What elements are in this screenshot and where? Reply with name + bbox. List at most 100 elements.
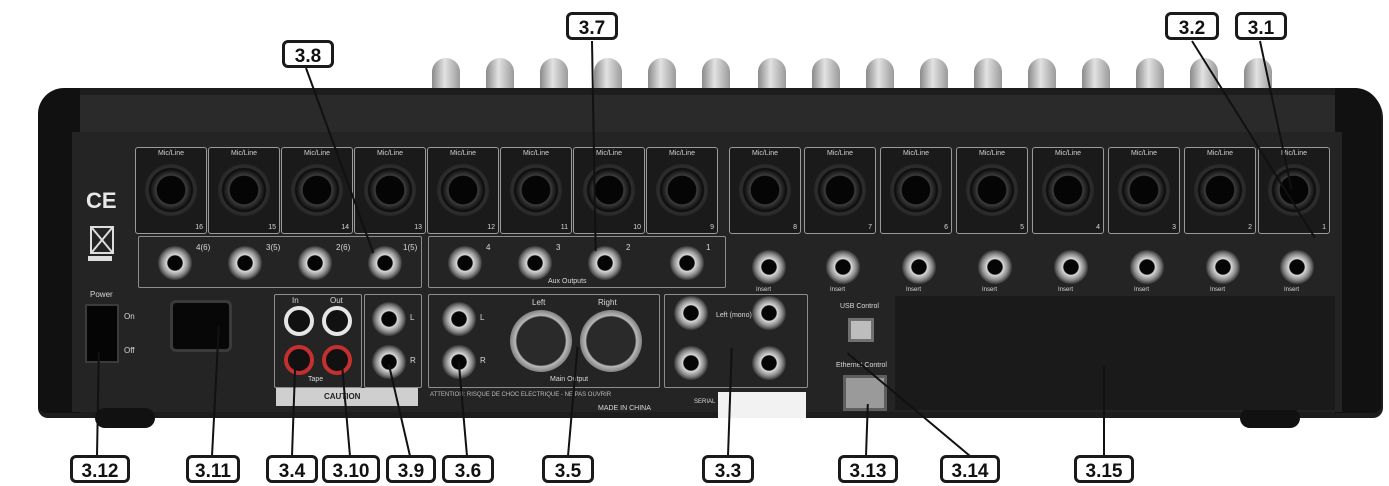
aux-output-jack[interactable] xyxy=(448,246,482,280)
combo-input-3[interactable]: Mic/Line 3 xyxy=(1108,147,1180,234)
channel-number: 12 xyxy=(487,224,495,231)
insert-jack[interactable] xyxy=(752,250,786,284)
iec-power-socket[interactable] xyxy=(170,300,232,352)
combo-label: Mic/Line xyxy=(668,150,696,157)
combo-input-14[interactable]: Mic/Line 14 xyxy=(281,147,353,234)
combo-label: Mic/Line xyxy=(1130,150,1158,157)
channel-number: 3 xyxy=(1172,224,1176,231)
aux-label: 4(6) xyxy=(196,243,211,252)
rubber-foot xyxy=(1240,408,1300,428)
ce-mark: CE xyxy=(86,188,117,213)
combo-input-2[interactable]: Mic/Line 2 xyxy=(1184,147,1256,234)
combo-input-13[interactable]: Mic/Line 13 xyxy=(354,147,426,234)
xlr-trs-socket[interactable] xyxy=(510,164,562,216)
xlr-trs-socket[interactable] xyxy=(145,164,197,216)
combo-label: Mic/Line xyxy=(1206,150,1234,157)
combo-input-4[interactable]: Mic/Line 4 xyxy=(1032,147,1104,234)
stereo-input-jack[interactable] xyxy=(674,296,708,330)
aux-outputs-label: Aux Outputs xyxy=(548,278,587,285)
xlr-trs-socket[interactable] xyxy=(364,164,416,216)
xlr-trs-socket[interactable] xyxy=(656,164,708,216)
insert-label: Insert xyxy=(1058,287,1074,293)
combo-input-16[interactable]: Mic/Line 16 xyxy=(135,147,207,234)
aux-output-jack[interactable] xyxy=(670,246,704,280)
main-output-right-label: Right xyxy=(598,298,617,307)
tape-io-group xyxy=(274,294,362,388)
stereo-input-jack[interactable] xyxy=(752,346,786,380)
combo-input-7[interactable]: Mic/Line 7 xyxy=(804,147,876,234)
power-label: Power xyxy=(90,290,113,299)
combo-input-6[interactable]: Mic/Line 6 xyxy=(880,147,952,234)
main-output-xlr-right[interactable] xyxy=(580,310,642,372)
channel-number: 4 xyxy=(1096,224,1100,231)
callout-3-9: 3.9 xyxy=(386,455,436,483)
stereo-input-jack[interactable] xyxy=(752,296,786,330)
power-switch[interactable] xyxy=(85,304,119,363)
power-on-label: On xyxy=(124,312,135,321)
aux-output-jack[interactable] xyxy=(228,246,262,280)
combo-input-8[interactable]: Mic/Line 8 xyxy=(729,147,801,234)
aux-output-jack[interactable] xyxy=(588,246,622,280)
combo-input-1[interactable]: Mic/Line 1 xyxy=(1258,147,1330,234)
combo-input-11[interactable]: Mic/Line 11 xyxy=(500,147,572,234)
aux-output-jack[interactable] xyxy=(158,246,192,280)
xlr-trs-socket[interactable] xyxy=(1042,164,1094,216)
callout-3-10: 3.10 xyxy=(322,455,380,483)
callout-3-4: 3.4 xyxy=(266,455,318,483)
insert-jack[interactable] xyxy=(978,250,1012,284)
usb-port[interactable] xyxy=(848,318,874,342)
aux-label: 2 xyxy=(626,243,631,252)
xlr-trs-socket[interactable] xyxy=(890,164,942,216)
insert-label: Insert xyxy=(830,287,846,293)
channel-number: 7 xyxy=(868,224,872,231)
tape-out-rca-left[interactable] xyxy=(322,306,352,336)
stereo-input-jack[interactable] xyxy=(674,346,708,380)
aux-output-jack[interactable] xyxy=(298,246,332,280)
xlr-trs-socket[interactable] xyxy=(291,164,343,216)
channel-number: 1 xyxy=(1322,224,1326,231)
xlr-trs-socket[interactable] xyxy=(814,164,866,216)
xlr-trs-socket[interactable] xyxy=(437,164,489,216)
insert-label: Insert xyxy=(906,287,922,293)
xlr-trs-socket[interactable] xyxy=(218,164,270,216)
combo-input-9[interactable]: Mic/Line 9 xyxy=(646,147,718,234)
aux-output-jack[interactable] xyxy=(518,246,552,280)
control-room-output-right[interactable] xyxy=(372,345,406,379)
callout-3-3: 3.3 xyxy=(702,455,754,483)
attention-text: ATTENTION: RISQUE DE CHOC ELECTRIQUE - N… xyxy=(430,392,612,398)
tape-out-rca-right[interactable] xyxy=(322,345,352,375)
tape-out-label: Out xyxy=(330,296,343,305)
callout-3-1: 3.1 xyxy=(1235,12,1287,40)
chassis-top-rail xyxy=(60,95,1360,135)
xlr-trs-socket[interactable] xyxy=(1118,164,1170,216)
insert-jack[interactable] xyxy=(826,250,860,284)
combo-label: Mic/Line xyxy=(1280,150,1308,157)
main-output-label: Main Output xyxy=(550,376,589,383)
insert-jack[interactable] xyxy=(902,250,936,284)
main-output-jack-left[interactable] xyxy=(442,302,476,336)
insert-label: Insert xyxy=(1134,287,1150,293)
xlr-trs-socket[interactable] xyxy=(583,164,635,216)
combo-input-5[interactable]: Mic/Line 5 xyxy=(956,147,1028,234)
main-output-xlr-left[interactable] xyxy=(510,310,572,372)
control-room-output-left[interactable] xyxy=(372,302,406,336)
insert-jack[interactable] xyxy=(1206,250,1240,284)
channel-number: 2 xyxy=(1248,224,1252,231)
made-in-china-text: MADE IN CHINA xyxy=(598,405,651,412)
combo-input-10[interactable]: Mic/Line 10 xyxy=(573,147,645,234)
combo-input-15[interactable]: Mic/Line 15 xyxy=(208,147,280,234)
insert-jack[interactable] xyxy=(1054,250,1088,284)
insert-jack[interactable] xyxy=(1280,250,1314,284)
xlr-trs-socket[interactable] xyxy=(966,164,1018,216)
combo-label: Mic/Line xyxy=(595,150,623,157)
insert-jack[interactable] xyxy=(1130,250,1164,284)
xlr-trs-socket[interactable] xyxy=(739,164,791,216)
main-output-left-label: Left xyxy=(532,298,546,307)
xlr-trs-socket[interactable] xyxy=(1194,164,1246,216)
xlr-trs-socket[interactable] xyxy=(1268,164,1320,216)
tape-in-rca-right[interactable] xyxy=(284,345,314,375)
tape-in-rca-left[interactable] xyxy=(284,306,314,336)
callout-3-5: 3.5 xyxy=(542,455,594,483)
combo-label: Mic/Line xyxy=(157,150,185,157)
combo-input-12[interactable]: Mic/Line 12 xyxy=(427,147,499,234)
